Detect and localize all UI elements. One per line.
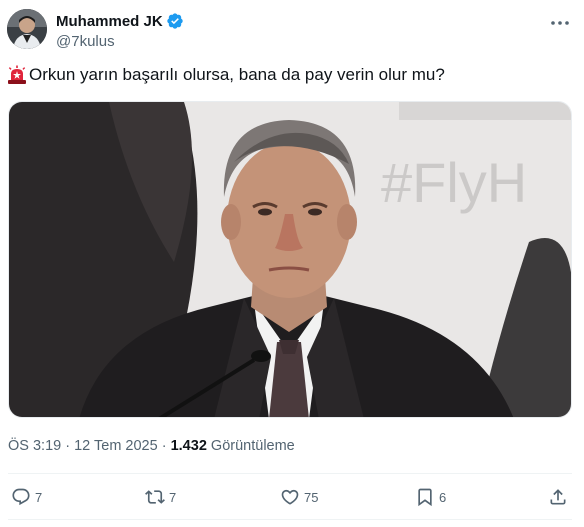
tweet-actions: 7 7 75 6	[8, 482, 572, 512]
more-options-icon[interactable]	[547, 13, 573, 33]
author-names: Muhammed JK @7kulus	[56, 11, 184, 52]
backdrop-watermark: #FlyH	[381, 151, 527, 214]
reply-count: 7	[35, 489, 43, 505]
meta-separator: ·	[65, 438, 71, 454]
heart-icon	[281, 489, 299, 505]
tweet-time[interactable]: ÖS 3:19	[8, 438, 61, 454]
tweet-body: Orkun yarın başarılı olursa, bana da pay…	[29, 65, 445, 84]
like-count: 75	[304, 489, 319, 505]
verified-badge-icon[interactable]	[166, 12, 184, 30]
avatar[interactable]	[7, 9, 47, 49]
name-row: Muhammed JK	[56, 11, 184, 31]
retweet-count: 7	[169, 489, 177, 505]
tweet-photo[interactable]: #FlyH	[8, 101, 572, 418]
tweet-meta: ÖS 3:19 · 12 Tem 2025 · 1.432 Görüntülem…	[8, 436, 295, 456]
tweet-text: Orkun yarın başarılı olursa, bana da pay…	[7, 63, 577, 87]
views-link[interactable]: 1.432 Görüntüleme	[171, 438, 295, 454]
reply-icon	[12, 488, 30, 506]
views-count: 1.432	[170, 438, 207, 454]
like-button[interactable]: 75	[280, 482, 318, 512]
divider-top	[8, 473, 572, 474]
bookmark-count: 6	[439, 489, 447, 505]
reply-button[interactable]: 7	[11, 482, 42, 512]
tweet-date[interactable]: 12 Tem 2025	[74, 438, 158, 454]
author-handle[interactable]: @7kulus	[56, 32, 184, 52]
rotating-light-icon	[7, 65, 27, 85]
views-label: Görüntüleme	[210, 438, 295, 454]
retweet-icon	[145, 490, 165, 504]
retweet-button[interactable]: 7	[145, 482, 176, 512]
bookmark-button[interactable]: 6	[415, 482, 446, 512]
divider-bottom	[8, 519, 572, 520]
share-icon	[550, 489, 566, 505]
tweet-header: Muhammed JK @7kulus	[7, 9, 577, 51]
meta-separator-2: ·	[161, 438, 167, 454]
share-button[interactable]	[548, 482, 568, 512]
bookmark-icon	[418, 488, 432, 507]
author-display-name[interactable]: Muhammed JK	[56, 13, 163, 30]
